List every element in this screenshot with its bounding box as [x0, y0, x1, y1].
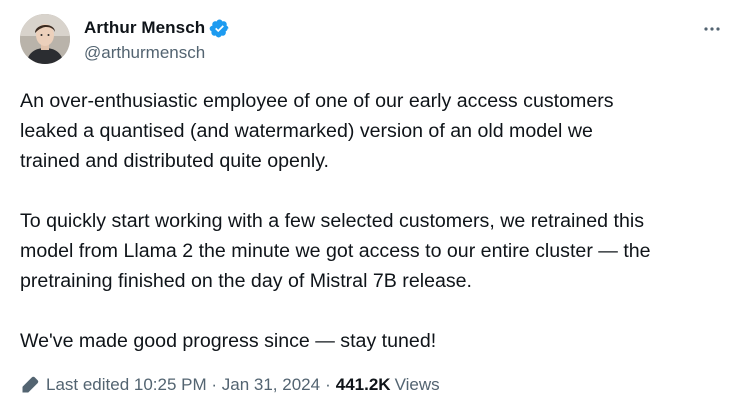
name-row: Arthur Mensch — [84, 16, 230, 40]
views-label: Views — [394, 375, 440, 394]
avatar-image — [20, 14, 70, 64]
tweet-paragraph: To quickly start working with a few sele… — [20, 210, 651, 292]
more-options-button[interactable] — [699, 16, 725, 42]
tweet-meta: Last edited 10:25 PM · Jan 31, 2024 · 44… — [20, 373, 440, 397]
verified-badge-icon[interactable] — [209, 18, 230, 39]
views-count[interactable]: 441.2K — [336, 375, 391, 395]
pencil-icon — [20, 375, 40, 395]
author-display-name[interactable]: Arthur Mensch — [84, 18, 205, 38]
author-handle[interactable]: @arthurmensch — [84, 43, 230, 63]
author-block: Arthur Mensch @arthurmensch — [84, 16, 230, 63]
tweet-paragraph: We've made good progress since — stay tu… — [20, 330, 437, 352]
tweet-text: An over-enthusiastic employee of one of … — [20, 86, 730, 356]
last-edited-link[interactable]: Last edited 10:25 PM · Jan 31, 2024 — [46, 375, 320, 395]
separator: · — [325, 375, 331, 394]
more-horizontal-icon — [704, 27, 720, 31]
tweet-paragraph: An over-enthusiastic employee of one of … — [20, 90, 614, 172]
tweet-card: Arthur Mensch @arthurmensch An over-enth… — [0, 0, 743, 407]
avatar[interactable] — [20, 14, 70, 64]
